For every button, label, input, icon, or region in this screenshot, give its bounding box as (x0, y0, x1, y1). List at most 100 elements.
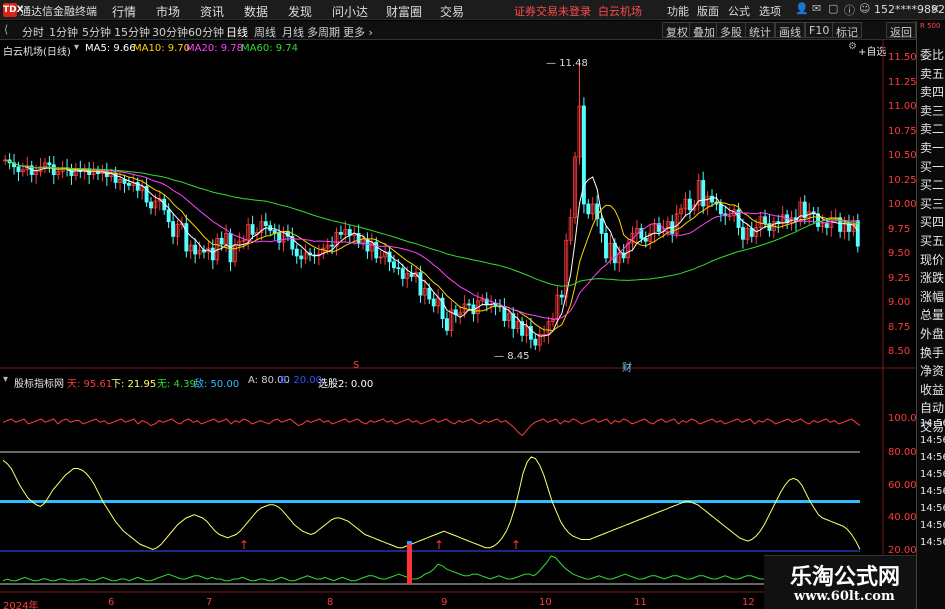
buy-arrow-icon: ↑ (434, 538, 444, 552)
rights-button[interactable]: 复权 (662, 22, 692, 39)
indicator-line-下 (2, 456, 861, 550)
period-more[interactable]: 更多 › (343, 24, 373, 40)
candle-body (29, 165, 34, 175)
menu-trade[interactable]: 交易 (440, 3, 464, 20)
menu-data[interactable]: 数据 (244, 3, 268, 20)
candle-body (12, 162, 16, 168)
candle-body (316, 253, 321, 257)
multi-stock-button[interactable]: 多股 (716, 22, 746, 39)
account-icon[interactable]: ☺ (859, 2, 870, 15)
overlay-button[interactable]: 叠加 (689, 22, 719, 39)
candle-body (47, 162, 52, 166)
app-title: 通达信金融终端 (20, 5, 97, 18)
candle-body (144, 185, 149, 203)
candle-body (502, 306, 507, 322)
menu-market[interactable]: 市场 (156, 3, 180, 20)
menu-options[interactable]: 选项 (759, 3, 781, 19)
candle-body (577, 105, 582, 158)
mark-button[interactable]: 标记 (832, 22, 862, 39)
tick-time: 14:56 (920, 435, 945, 446)
ind-b-label: B: 20.00 (280, 375, 323, 386)
menu-ask[interactable]: 问小达 (332, 3, 368, 20)
settings-icon[interactable]: ⚙ (848, 41, 857, 52)
square-icon[interactable]: ▢ (828, 2, 838, 15)
candle-body (250, 224, 255, 235)
price-tick: 8.50 (888, 346, 911, 357)
menu-formula[interactable]: 公式 (728, 3, 750, 19)
candle-body (365, 238, 370, 252)
candle-body (184, 223, 189, 252)
period-30min[interactable]: 30分钟 (152, 24, 188, 40)
menu-discover[interactable]: 发现 (288, 3, 312, 20)
candle-body (705, 195, 710, 207)
candle-body (440, 297, 445, 320)
return-button[interactable]: 返回 (886, 22, 916, 39)
candle-body (268, 225, 273, 231)
draw-line-button[interactable]: 画线 (775, 22, 805, 39)
kline-chart-area[interactable]: ↑ ↑ ↑ (0, 0, 945, 609)
date-tick: 11 (634, 597, 647, 608)
tick-time: 14:56 (920, 469, 945, 480)
f10-button[interactable]: F10 (805, 22, 834, 38)
app-logo-icon: TDX (3, 3, 24, 17)
finance-marker[interactable]: 财 (622, 359, 632, 374)
back-arrow-icon[interactable]: ⟨ (4, 23, 8, 36)
period-weekly[interactable]: 周线 (254, 24, 276, 40)
candle-body (431, 298, 436, 307)
menu-function[interactable]: 功能 (667, 3, 689, 19)
close-icon[interactable]: ✕ (930, 2, 940, 16)
candle-body (34, 171, 39, 176)
menu-news[interactable]: 资讯 (200, 3, 224, 20)
candle-body (396, 267, 401, 270)
period-1min[interactable]: 1分钟 (49, 24, 78, 40)
period-multi[interactable]: 多周期 (307, 24, 340, 40)
user-icon[interactable]: 👤 (795, 2, 809, 15)
quote-side-panel: R 500 委比 卖五 卖四 卖三 卖二 卖一 买一 买二 买三 买四 买五 现价 涨跌 涨幅 总量 外盘 换手… (916, 21, 945, 609)
period-5min[interactable]: 5分钟 (82, 24, 111, 40)
candle-body (634, 228, 639, 234)
candle-body (542, 333, 547, 336)
candle-body (617, 252, 622, 264)
login-warning[interactable]: 证券交易未登录 白云机场 (514, 3, 642, 19)
candle-body (104, 171, 109, 177)
candle-body (135, 182, 140, 191)
candle-body (533, 338, 538, 346)
candle-body (202, 249, 206, 253)
quote-field-label: 买一 (920, 159, 945, 174)
period-tick[interactable]: 分时 (22, 24, 44, 40)
menu-layout[interactable]: 版面 (697, 3, 719, 19)
candle-body (175, 224, 180, 237)
message-icon[interactable]: ✉ (812, 2, 821, 15)
candle-body (422, 287, 427, 296)
chevron-down-icon[interactable]: ▾ (74, 42, 79, 53)
indicator-tick: 80.00 (888, 447, 917, 458)
period-60min[interactable]: 60分钟 (188, 24, 224, 40)
quote-field-label: 卖四 (920, 85, 945, 100)
candle-body (537, 333, 542, 346)
candle-body (383, 251, 388, 258)
stats-button[interactable]: 统计 (745, 22, 775, 39)
candle-body (157, 198, 162, 202)
candle-body (237, 240, 242, 246)
price-tick: 9.75 (888, 224, 911, 235)
candle-body (285, 231, 290, 237)
quote-field-label: 换手 (920, 345, 945, 360)
candle-body (405, 273, 410, 279)
candle-body (511, 313, 516, 329)
watermark: 乐淘公式网 www.60lt.com (764, 555, 916, 609)
menu-wealth[interactable]: 财富圈 (386, 3, 422, 20)
period-daily[interactable]: 日线 (226, 24, 248, 40)
period-15min[interactable]: 15分钟 (114, 24, 150, 40)
quote-field-label: 委比 (920, 48, 945, 62)
info-icon[interactable]: ⓘ (844, 2, 855, 18)
add-favorite-button[interactable]: +自选 (858, 43, 886, 58)
candle-body (595, 203, 600, 220)
candle-body (7, 159, 12, 164)
candle-body (696, 180, 701, 206)
period-monthly[interactable]: 月线 (282, 24, 304, 40)
menu-quotes[interactable]: 行情 (112, 3, 136, 20)
indicator-chevron-icon[interactable]: ▾ (3, 374, 8, 385)
date-tick: 2024年 (3, 601, 39, 609)
quote-field-label: 涨跌 (920, 271, 945, 286)
candle-body (736, 209, 741, 228)
